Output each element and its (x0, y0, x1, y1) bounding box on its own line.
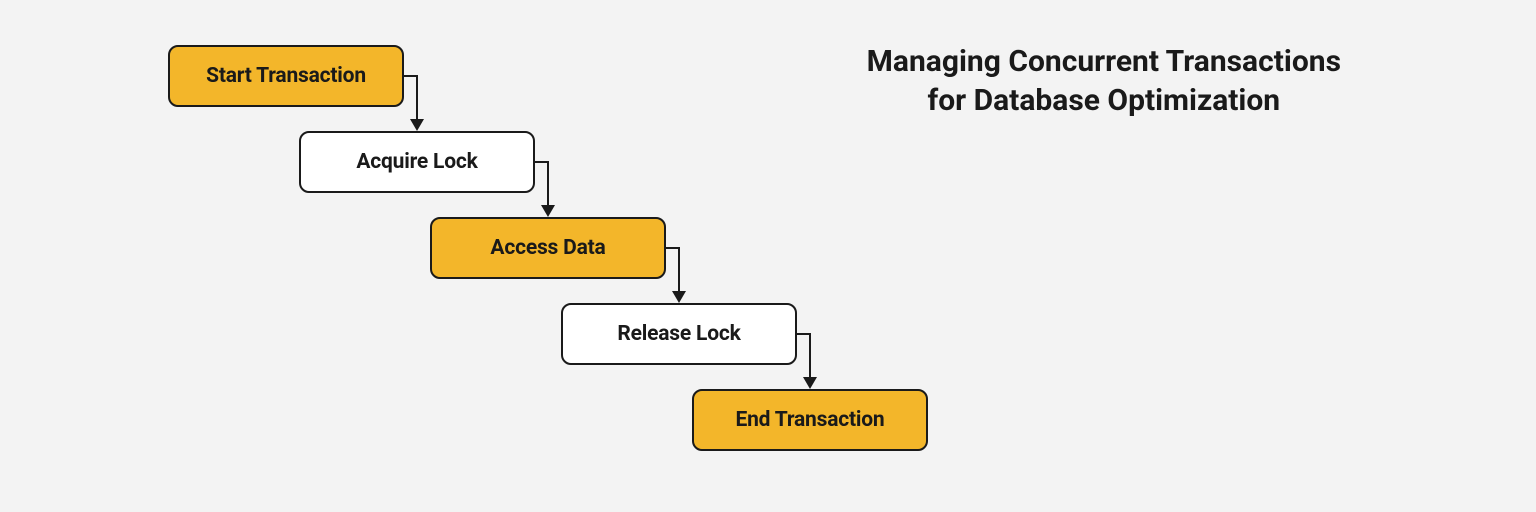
title-line-2: for Database Optimization (928, 83, 1281, 118)
arrow-down-icon (541, 205, 555, 217)
flow-node-release-lock: Release Lock (561, 303, 797, 365)
arrow-down-icon (803, 377, 817, 389)
flow-node-access-data: Access Data (430, 217, 666, 279)
diagram-title: Managing Concurrent Transactions for Dat… (867, 42, 1341, 120)
flow-node-label: Start Transaction (206, 64, 366, 88)
title-line-1: Managing Concurrent Transactions (867, 44, 1341, 79)
arrow-down-icon (410, 119, 424, 131)
arrow-down-icon (672, 291, 686, 303)
flow-node-label: End Transaction (735, 408, 884, 432)
flow-node-label: Access Data (490, 236, 605, 260)
flow-node-start-transaction: Start Transaction (168, 45, 404, 107)
flow-node-label: Release Lock (617, 322, 740, 346)
flow-node-acquire-lock: Acquire Lock (299, 131, 535, 193)
flow-node-end-transaction: End Transaction (692, 389, 928, 451)
flow-node-label: Acquire Lock (356, 150, 477, 174)
